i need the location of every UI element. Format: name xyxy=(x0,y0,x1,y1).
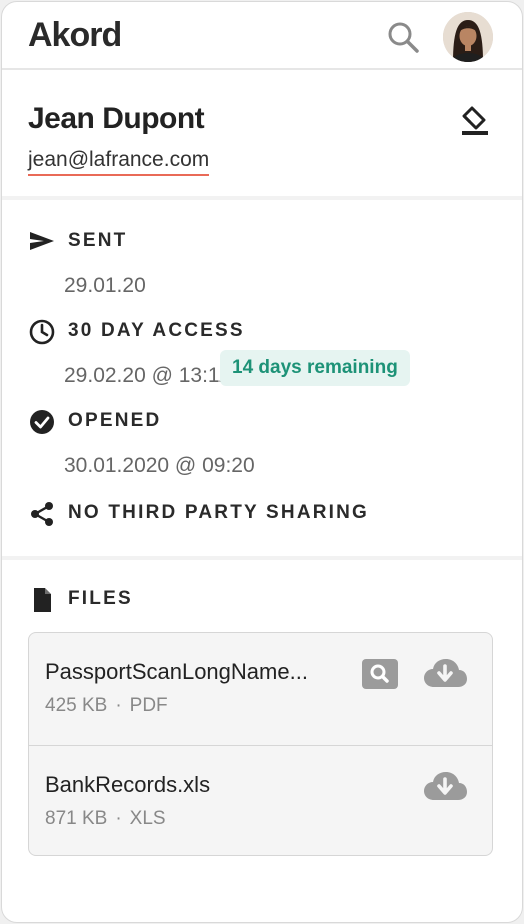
share-icon xyxy=(28,500,58,530)
check-circle-icon xyxy=(28,408,58,438)
opened-date: 30.01.2020 @ 09:20 xyxy=(64,454,255,477)
app-frame: Akord Jean Dupont jean@lafrance.com SENT… xyxy=(1,1,523,923)
eraser-icon[interactable] xyxy=(458,104,492,138)
sent-date: 29.01.20 xyxy=(64,274,146,297)
search-icon[interactable] xyxy=(386,20,422,56)
preview-icon[interactable] xyxy=(362,659,398,689)
access-title: 30 DAY ACCESS xyxy=(68,320,245,341)
file-name[interactable]: BankRecords.xls xyxy=(45,772,210,798)
sharing-title: NO THIRD PARTY SHARING xyxy=(68,502,370,523)
file-name[interactable]: PassportScanLongName... xyxy=(45,659,308,685)
file-type: XLS xyxy=(129,808,166,829)
recipient-name: Jean Dupont xyxy=(28,102,205,135)
sent-title: SENT xyxy=(68,230,128,251)
file-type: PDF xyxy=(129,695,168,716)
opened-title: OPENED xyxy=(68,410,162,431)
files-list: PassportScanLongName... 425 KB · PDF Ban… xyxy=(28,632,493,856)
files-section: FILES PassportScanLongName... 425 KB · PDF xyxy=(2,564,522,922)
files-title: FILES xyxy=(68,588,133,609)
recipient-email[interactable]: jean@lafrance.com xyxy=(28,148,210,176)
file-row[interactable]: PassportScanLongName... 425 KB · PDF xyxy=(29,633,492,745)
top-bar: Akord xyxy=(2,2,522,70)
file-row[interactable]: BankRecords.xls 871 KB · XLS xyxy=(29,745,492,855)
cloud-download-icon[interactable] xyxy=(422,770,468,804)
cloud-download-icon[interactable] xyxy=(422,657,468,691)
days-remaining-badge: 14 days remaining xyxy=(220,350,410,386)
file-meta: 425 KB · PDF xyxy=(45,695,168,717)
file-size: 425 KB xyxy=(45,695,108,716)
recipient-section: Jean Dupont jean@lafrance.com xyxy=(2,72,522,200)
send-icon xyxy=(28,228,58,258)
file-meta: 871 KB · XLS xyxy=(45,808,166,830)
file-size: 871 KB xyxy=(45,808,108,829)
user-avatar[interactable] xyxy=(443,12,493,62)
file-icon xyxy=(28,586,58,616)
separator-dot: · xyxy=(115,808,122,829)
document-details: SENT 29.01.20 30 DAY ACCESS 29.02.20 @ 1… xyxy=(2,204,522,560)
access-expiry: 29.02.20 @ 13:11 xyxy=(64,364,230,387)
app-logo[interactable]: Akord xyxy=(28,16,122,55)
clock-icon xyxy=(28,318,58,348)
separator-dot: · xyxy=(115,695,122,716)
